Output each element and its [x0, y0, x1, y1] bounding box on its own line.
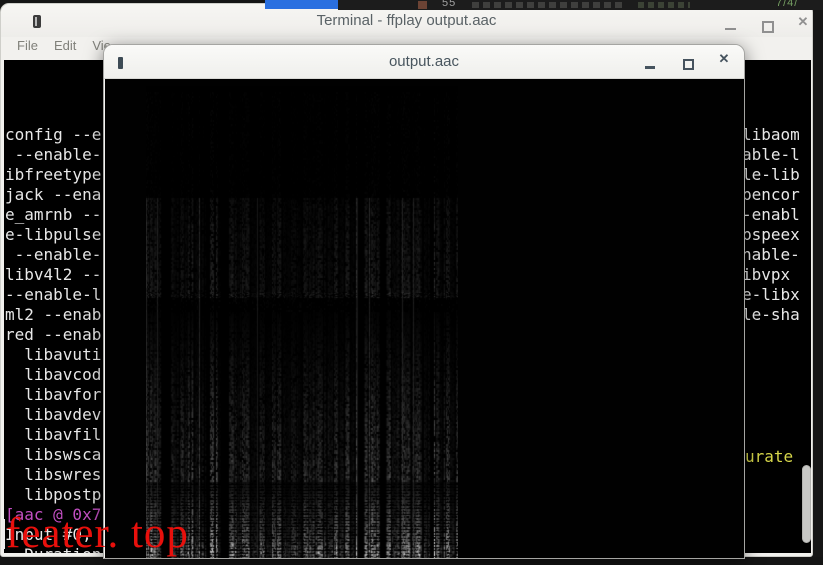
terminal-line: le-lib [742, 165, 800, 184]
terminal-line: e_amrnb -- [5, 205, 102, 224]
terminal-scrollbar-thumb[interactable] [802, 465, 811, 543]
minimize-button[interactable] [640, 53, 662, 73]
maximize-button[interactable] [757, 17, 779, 37]
terminal-line: bspeex [742, 225, 800, 244]
terminal-line: libavuti [5, 345, 102, 364]
background-window-top-strip: 55 7/4/ [338, 0, 823, 10]
background-window-right-strip [813, 0, 823, 565]
terminal-line: libavfor [5, 385, 102, 404]
background-text-fragment: 55 [442, 0, 457, 9]
terminal-line: able-l [742, 145, 800, 164]
terminal-line: pencor [742, 185, 800, 204]
terminal-title: Terminal - ffplay output.aac [316, 12, 497, 29]
terminal-line: libswsca [5, 445, 102, 464]
ffplay-titlebar[interactable]: output.aac ✕ [104, 45, 744, 79]
terminal-line: le-sha [742, 305, 800, 324]
background-icon-fragment [418, 1, 427, 9]
terminal-line: --enable- [5, 145, 102, 164]
ffplay-window: output.aac ✕ [103, 44, 745, 559]
terminal-line: libavfil [5, 425, 102, 444]
terminal-line: ml2 --enab [5, 305, 102, 324]
close-button[interactable]: ✕ [792, 14, 814, 34]
terminal-output-left: config --e --enable-ibfreetype jack --ena… [5, 65, 101, 553]
terminal-line: config --e [5, 125, 102, 144]
terminal-line: e-libpulse [5, 225, 102, 244]
maximize-button[interactable] [678, 53, 700, 73]
watermark-text: feater. top [6, 510, 189, 557]
terminal-warning-fragment: urate [745, 447, 794, 466]
terminal-line: nable- [742, 245, 800, 264]
terminal-output-right: libaom able-l le-lib pencor -enabl bspeex nabl… [742, 65, 811, 325]
terminal-line: libaom [742, 125, 800, 144]
terminal-line: libavdev [5, 405, 102, 424]
screen: Terminal - ffplay output.aac ✕ File Edit V… [0, 0, 823, 565]
terminal-line: --enable-l [5, 285, 102, 304]
terminal-line: ibfreetype [5, 165, 102, 184]
terminal-line: -enabl [742, 205, 800, 224]
terminal-line: ibvpx [742, 265, 791, 284]
background-text-fragment [472, 2, 622, 8]
audio-spectrum-visualization [146, 86, 458, 558]
terminal-line: red --enab [5, 325, 102, 344]
background-window-blue-fragment [265, 0, 338, 9]
terminal-line: libv4l2 -- [5, 265, 102, 284]
terminal-line: libavcod [5, 365, 102, 384]
terminal-line: --enable- [5, 245, 102, 264]
terminal-cursor [2, 519, 5, 549]
menu-item[interactable]: Edit [54, 38, 76, 53]
close-button[interactable]: ✕ [713, 51, 735, 67]
terminal-line: e-libx [742, 285, 800, 304]
background-text-fragment [638, 2, 690, 8]
menu-item[interactable]: File [17, 38, 38, 53]
terminal-line: jack --ena [5, 185, 102, 204]
terminal-line: libswres [5, 465, 102, 484]
terminal-line: libpostp [5, 485, 102, 504]
minimize-button[interactable] [720, 17, 742, 37]
ffplay-video-area[interactable] [105, 79, 744, 558]
background-text-fragment: 7/4/ [776, 0, 799, 9]
